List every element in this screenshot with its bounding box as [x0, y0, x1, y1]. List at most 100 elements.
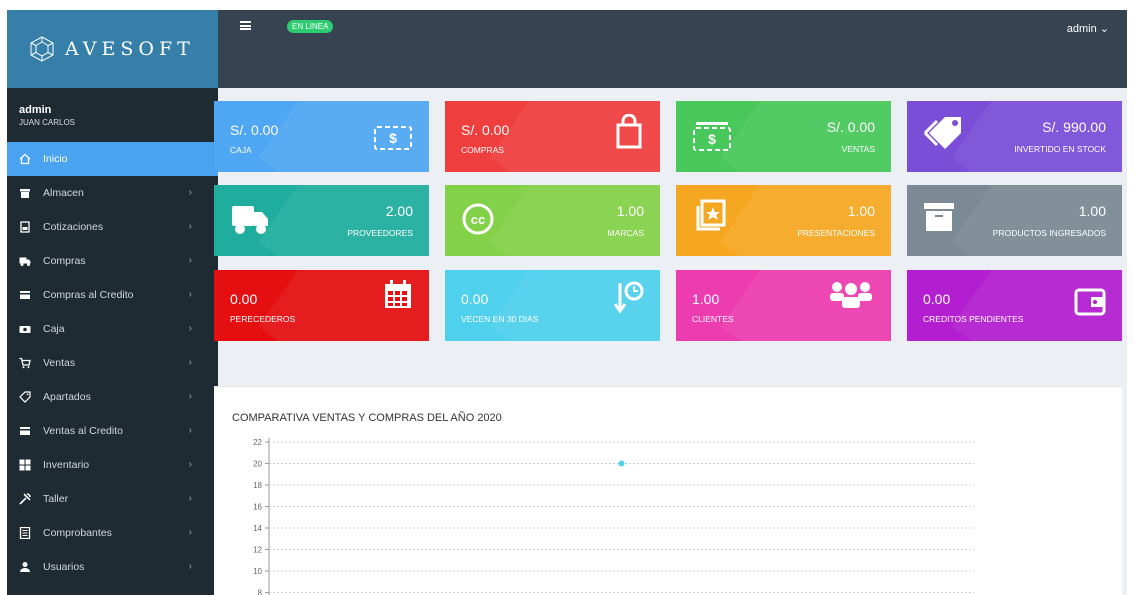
- card-ventas[interactable]: S/. 0.00 VENTAS $: [676, 101, 891, 172]
- card-productos[interactable]: 1.00 PRODUCTOS INGRESADOS: [907, 185, 1122, 256]
- card-label: CLIENTES: [692, 314, 734, 324]
- card-label: COMPRAS: [461, 145, 504, 155]
- sidebar-item-label: Compras al Credito: [43, 289, 134, 301]
- quote-icon: [19, 221, 31, 233]
- user-menu[interactable]: admin ⌄: [1067, 22, 1109, 35]
- chevron-right-icon: ›: [188, 289, 192, 300]
- card-value: 0.00: [230, 291, 258, 307]
- sidebar-item-usuarios[interactable]: Usuarios ›: [7, 550, 218, 584]
- photo-star-icon: [696, 199, 726, 231]
- card-vencen[interactable]: 0.00 VECEN EN 30 DIAS: [445, 270, 660, 341]
- chevron-right-icon: ›: [188, 527, 192, 538]
- card-compras[interactable]: S/. 0.00 COMPRAS: [445, 101, 660, 172]
- card-value: S/. 990.00: [1042, 119, 1106, 135]
- sidebar-item-label: Apartados: [43, 391, 91, 403]
- sidebar-item-compras-al-credito[interactable]: Compras al Credito ›: [7, 278, 218, 312]
- sidebar-item-ventas[interactable]: Ventas ›: [7, 346, 218, 380]
- credit-icon: [19, 289, 31, 301]
- y-tick-label: 20: [253, 460, 262, 469]
- card-value: 0.00: [461, 291, 489, 307]
- card-value: S/. 0.00: [826, 119, 875, 135]
- card-value: 2.00: [385, 203, 413, 219]
- sidebar-item-ventas-al-credito[interactable]: Ventas al Credito ›: [7, 414, 218, 448]
- y-tick-label: 14: [253, 524, 262, 533]
- sales-chart-panel: 22 20 18 16 14 12 10 8 COMPARATIVA VENTAS Y COM…: [214, 386, 1122, 595]
- user-panel: admin JUAN CARLOS: [7, 88, 218, 142]
- card-proveedores[interactable]: 2.00 PROVEEDORES: [214, 185, 429, 256]
- tag-icon: [19, 391, 31, 403]
- chevron-right-icon: ›: [188, 255, 192, 266]
- user-name: admin: [19, 104, 52, 116]
- brand-logo[interactable]: AVESOFT: [7, 10, 218, 88]
- card-value: 1.00: [616, 203, 644, 219]
- sidebar-item-inicio[interactable]: Inicio: [7, 142, 218, 176]
- cube-logo-icon: [30, 36, 54, 62]
- sidebar-item-label: Inicio: [43, 153, 68, 165]
- money-icon: $: [374, 126, 412, 150]
- card-value: 1.00: [692, 291, 720, 307]
- card-value: 1.00: [1078, 203, 1106, 219]
- menu-toggle-icon[interactable]: [240, 21, 251, 30]
- truck-icon: [232, 206, 268, 234]
- history-down-icon: [614, 281, 644, 314]
- app-frame: AVESOFT EN LINEA admin ⌄ admin JUAN CARL…: [7, 10, 1127, 595]
- svg-text:cc: cc: [471, 212, 485, 227]
- sidebar-item-inventario[interactable]: Inventario ›: [7, 448, 218, 482]
- card-label: PERECEDEROS: [230, 314, 296, 324]
- svg-text:$: $: [389, 130, 397, 146]
- users-icon: [19, 561, 31, 573]
- card-label: PROVEEDORES: [347, 228, 413, 238]
- card-caja[interactable]: S/. 0.00 CAJA $: [214, 101, 429, 172]
- card-presentaciones[interactable]: 1.00 PRESENTACIONES: [676, 185, 891, 256]
- calendar-icon: [385, 280, 411, 308]
- sidebar-item-label: Inventario: [43, 459, 90, 471]
- y-tick-label: 12: [253, 546, 262, 555]
- card-stock[interactable]: S/. 990.00 INVERTIDO EN STOCK: [907, 101, 1122, 172]
- sidebar-item-almacen[interactable]: Almacen ›: [7, 176, 218, 210]
- status-badge: EN LINEA: [287, 20, 334, 33]
- card-marcas[interactable]: 1.00 MARCAS cc: [445, 185, 660, 256]
- truck-icon: [19, 255, 31, 267]
- sidebar-item-label: Ventas: [43, 357, 76, 369]
- wallet-icon: [1074, 288, 1106, 316]
- credit-icon: [19, 425, 31, 437]
- home-icon: [19, 153, 31, 165]
- card-creditos[interactable]: 0.00 CREDITOS PENDIENTES: [907, 270, 1122, 341]
- chevron-right-icon: ›: [188, 425, 192, 436]
- sidebar-item-caja[interactable]: Caja ›: [7, 312, 218, 346]
- chart-title: COMPARATIVA VENTAS Y COMPRAS DEL AÑO 202…: [232, 412, 502, 424]
- y-tick-label: 18: [253, 481, 262, 490]
- card-perecederos[interactable]: 0.00 PERECEDEROS: [214, 270, 429, 341]
- sidebar-item-taller[interactable]: Taller ›: [7, 482, 218, 516]
- sidebar-item-apartados[interactable]: Apartados ›: [7, 380, 218, 414]
- sidebar-item-cotizaciones[interactable]: Cotizaciones ›: [7, 210, 218, 244]
- chevron-right-icon: ›: [188, 391, 192, 402]
- sidebar-item-compras[interactable]: Compras ›: [7, 244, 218, 278]
- card-value: S/. 0.00: [230, 122, 279, 138]
- chevron-right-icon: ›: [188, 459, 192, 470]
- cart-icon: [19, 357, 31, 369]
- top-navbar: EN LINEA admin ⌄: [218, 10, 1127, 88]
- chevron-right-icon: ›: [188, 221, 192, 232]
- warehouse-icon: [19, 187, 31, 199]
- card-clientes[interactable]: 1.00 CLIENTES: [676, 270, 891, 341]
- svg-text:$: $: [708, 131, 716, 147]
- money-stack-icon: $: [693, 122, 731, 151]
- archive-box-icon: [924, 203, 954, 231]
- sidebar-item-comprobantes[interactable]: Comprobantes ›: [7, 516, 218, 550]
- chevron-right-icon: ›: [188, 561, 192, 572]
- sidebar-item-label: Caja: [43, 323, 65, 335]
- sidebar-item-label: Almacen: [43, 187, 84, 199]
- card-label: MARCAS: [607, 228, 644, 238]
- chevron-right-icon: ›: [188, 323, 192, 334]
- card-label: CAJA: [230, 145, 252, 155]
- sidebar-item-label: Compras: [43, 255, 86, 267]
- card-label: PRODUCTOS INGRESADOS: [992, 228, 1106, 238]
- y-tick-label: 16: [253, 503, 262, 512]
- y-tick-label: 10: [253, 567, 262, 576]
- card-value: 0.00: [923, 291, 951, 307]
- sidebar-item-label: Ventas al Credito: [43, 425, 123, 437]
- sidebar-item-label: Usuarios: [43, 561, 85, 573]
- y-tick-label: 22: [253, 438, 262, 447]
- card-label: INVERTIDO EN STOCK: [1014, 144, 1106, 154]
